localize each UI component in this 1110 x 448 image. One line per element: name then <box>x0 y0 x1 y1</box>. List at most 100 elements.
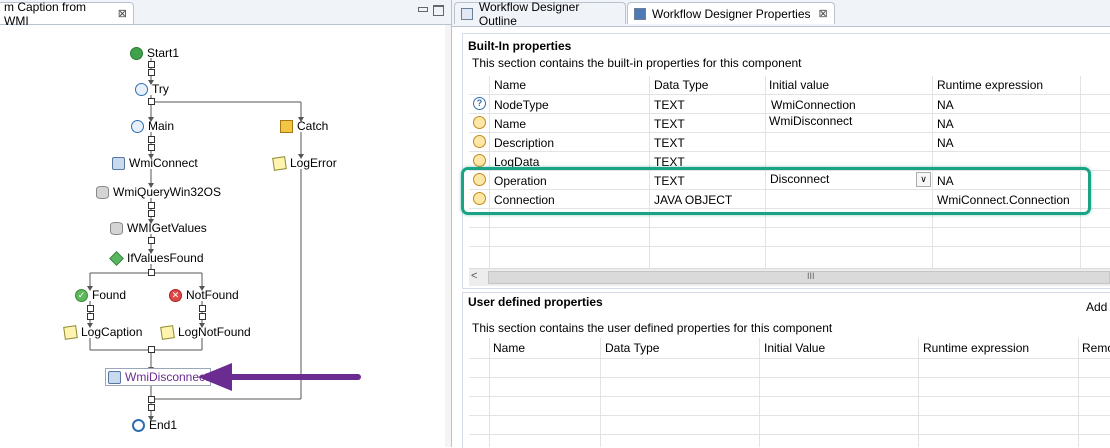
property-type: TEXT <box>654 136 685 150</box>
connector-handle[interactable] <box>199 305 206 312</box>
userdef-table: Name Data Type Initial Value Runtime exp… <box>469 338 1110 447</box>
property-type: TEXT <box>654 117 685 131</box>
connector-handle[interactable] <box>199 313 206 320</box>
column-header-remove[interactable]: Remo <box>1082 341 1110 355</box>
connector-handle[interactable] <box>148 61 155 68</box>
scroll-left-arrow[interactable]: < <box>471 270 483 284</box>
properties-icon <box>634 7 646 20</box>
node-label: WmiQueryWin32OS <box>113 185 222 199</box>
node-label: Catch <box>297 119 329 133</box>
builtin-title: Built-In properties <box>468 39 572 53</box>
connector-handle[interactable] <box>148 237 155 244</box>
annotation-arrow <box>198 363 361 391</box>
tab-label: Workflow Designer Outline <box>478 0 580 28</box>
column-header-name[interactable]: Name <box>494 78 526 92</box>
node-label: LogCaption <box>81 325 143 339</box>
add-button[interactable]: Add <box>1086 300 1107 314</box>
userdef-description: This section contains the user defined p… <box>472 321 833 335</box>
log-icon <box>63 324 78 340</box>
column-header-initial-value[interactable]: Initial Value <box>764 341 825 355</box>
connector-handle[interactable] <box>148 136 155 143</box>
column-header-runtime-expression[interactable]: Runtime expression <box>923 341 1029 355</box>
database-icon <box>110 221 123 235</box>
connector-handle[interactable] <box>148 98 155 105</box>
node-label: Try <box>152 82 169 96</box>
property-runtime[interactable]: NA <box>937 98 954 112</box>
node-logcaption[interactable]: LogCaption <box>63 324 143 340</box>
catch-icon <box>280 119 293 133</box>
property-runtime[interactable]: NA <box>937 136 954 150</box>
tab-label: Workflow Designer Properties <box>652 6 811 21</box>
builtin-description: This section contains the built-in prope… <box>472 56 802 70</box>
decision-icon <box>109 250 124 266</box>
column-header-runtime-expression[interactable]: Runtime expression <box>937 78 1043 92</box>
close-icon[interactable]: ⊠ <box>819 7 828 20</box>
connector-handle[interactable] <box>148 346 155 353</box>
node-label: LogError <box>290 156 337 170</box>
error-icon: ✕ <box>169 288 182 302</box>
property-type: TEXT <box>654 98 685 112</box>
node-main[interactable]: Main <box>131 119 174 133</box>
connector-handle[interactable] <box>148 202 155 209</box>
column-header-data-type[interactable]: Data Type <box>605 341 659 355</box>
question-icon: ? <box>473 97 486 110</box>
node-end[interactable]: End1 <box>132 418 177 432</box>
node-label: End1 <box>149 418 178 432</box>
node-lognotfound[interactable]: LogNotFound <box>160 324 251 340</box>
node-found[interactable]: ✓ Found <box>75 288 126 302</box>
node-label: Start1 <box>147 46 180 60</box>
log-icon <box>272 155 287 171</box>
column-header-initial-value[interactable]: Initial value <box>769 78 829 92</box>
wmi-icon <box>108 370 121 384</box>
property-name[interactable]: Name <box>494 117 526 131</box>
column-header-data-type[interactable]: Data Type <box>654 78 708 92</box>
node-wmiconnect[interactable]: WmiConnect <box>112 156 198 170</box>
scrollbar-horizontal[interactable]: < III <box>469 268 1110 286</box>
connector-handle[interactable] <box>148 69 155 76</box>
node-label: LogNotFound <box>178 325 251 339</box>
connector-handle[interactable] <box>87 305 94 312</box>
node-notfound[interactable]: ✕ NotFound <box>169 288 239 302</box>
node-label: WmiConnect <box>129 156 198 170</box>
clock-icon <box>135 82 148 96</box>
property-runtime[interactable]: NA <box>937 117 954 131</box>
scroll-thumb[interactable]: III <box>488 271 1110 284</box>
node-label: NotFound <box>186 288 239 302</box>
node-start[interactable]: Start1 <box>130 46 179 60</box>
outline-icon <box>461 7 473 20</box>
expression-icon <box>473 116 486 129</box>
start-icon <box>130 46 143 60</box>
node-catch[interactable]: Catch <box>280 119 328 133</box>
node-label: Main <box>148 119 175 133</box>
node-logerror[interactable]: LogError <box>272 155 337 171</box>
node-ifvaluesfound[interactable]: IfValuesFound <box>109 250 204 266</box>
expression-icon <box>473 135 486 148</box>
connector-handle[interactable] <box>87 313 94 320</box>
scroll-grip: III <box>807 271 815 281</box>
connector-handle[interactable] <box>148 269 155 276</box>
property-name[interactable]: NodeType <box>494 98 549 112</box>
node-try[interactable]: Try <box>135 82 169 96</box>
userdef-title: User defined properties <box>468 295 603 309</box>
clock-icon <box>131 119 144 133</box>
property-initial[interactable]: WmiConnection <box>771 98 856 112</box>
node-label: IfValuesFound <box>127 251 204 265</box>
highlight-box <box>461 167 1091 215</box>
node-label: WMIGetValues <box>127 221 207 235</box>
wmi-icon <box>112 156 125 170</box>
left-editor-panel: m Caption from WMI ⊠ Start1 Try Main Cat… <box>0 0 452 447</box>
node-wmigetvalues[interactable]: WMIGetValues <box>110 221 207 235</box>
checkmark-icon: ✓ <box>75 288 88 302</box>
connector-handle[interactable] <box>148 396 155 403</box>
expression-icon <box>473 154 486 167</box>
connector-handle[interactable] <box>148 404 155 411</box>
connector-handle[interactable] <box>148 210 155 217</box>
end-icon <box>132 418 145 432</box>
tab-workflow-designer-properties[interactable]: Workflow Designer Properties ⊠ <box>627 2 835 24</box>
column-header-name[interactable]: Name <box>493 341 525 355</box>
property-name[interactable]: Description <box>494 136 554 150</box>
tab-workflow-designer-outline[interactable]: Workflow Designer Outline <box>454 0 626 28</box>
connector-handle[interactable] <box>148 144 155 151</box>
property-initial[interactable]: WmiDisconnect <box>769 114 852 128</box>
node-wmiquery[interactable]: WmiQueryWin32OS <box>96 185 221 199</box>
